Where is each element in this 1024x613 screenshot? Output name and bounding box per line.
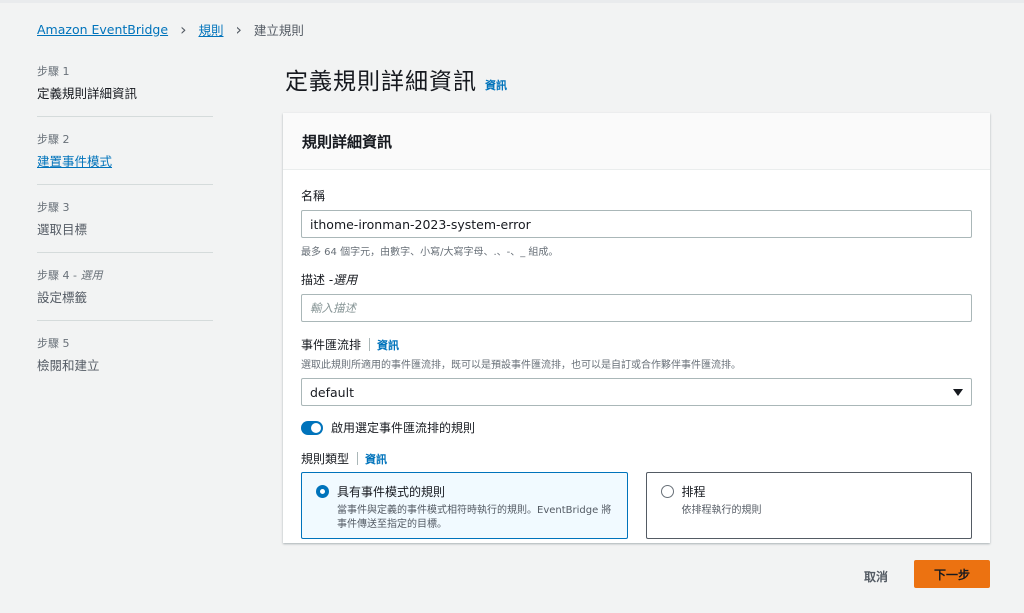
tile-title: 具有事件模式的規則 [337, 485, 446, 499]
step-number-text: 步驟 4 - [37, 269, 81, 282]
event-bus-description: 選取此規則所適用的事件匯流排，既可以是預設事件匯流排，也可以是自訂或合作夥伴事件… [301, 360, 741, 371]
step-name-link[interactable]: 建置事件模式 [37, 151, 213, 170]
step-4: 步驟 4 - 選用 設定標籤 [37, 267, 213, 321]
step-number: 步驟 4 - 選用 [37, 267, 213, 283]
tile-text: 具有事件模式的規則 當事件與定義的事件模式相符時執行的規則。EventBridg… [337, 483, 613, 532]
step-name: 定義規則詳細資訊 [37, 86, 138, 101]
enable-rule-toggle[interactable] [301, 420, 323, 435]
page-header: 定義規則詳細資訊 資訊 [285, 62, 507, 96]
step-3: 步驟 3 選取目標 [37, 199, 213, 253]
description-placeholder: 輸入描述 [310, 301, 356, 315]
event-bus-label: 事件匯流排 資訊 [301, 336, 972, 353]
rule-type-tiles: 具有事件模式的規則 當事件與定義的事件模式相符時執行的規則。EventBridg… [301, 472, 972, 539]
wizard-steps: 步驟 1 定義規則詳細資訊 步驟 2 建置事件模式 步驟 3 選取目標 步驟 4… [37, 63, 213, 402]
rule-type-label-text: 規則類型 [301, 452, 350, 466]
rule-type-info-link[interactable]: 資訊 [365, 451, 387, 467]
toggle-knob [311, 422, 321, 433]
step-name: 設定標籤 [37, 290, 88, 305]
event-bus-selected-value: default [310, 384, 354, 400]
panel-header: 規則詳細資訊 [283, 113, 990, 170]
radio-unselected[interactable] [660, 485, 674, 498]
cancel-button[interactable]: 取消 [856, 566, 896, 587]
step-number: 步驟 3 [37, 201, 70, 214]
chevron-right-icon: › [235, 19, 242, 39]
step-number: 步驟 5 [37, 337, 70, 350]
rule-type-schedule-tile[interactable]: 排程 依排程執行的規則 [645, 472, 972, 539]
event-bus-info-link[interactable]: 資訊 [377, 337, 399, 353]
panel-body: 名稱 ithome-ironman-2023-system-error 最多 6… [283, 170, 990, 539]
breadcrumb-eventbridge-link[interactable]: Amazon EventBridge [37, 22, 168, 37]
description-label: 描述 - 選用 [301, 271, 972, 288]
name-input-value: ithome-ironman-2023-system-error [310, 216, 531, 232]
breadcrumb-rules-link[interactable]: 規則 [198, 20, 223, 39]
breadcrumb-current: 建立規則 [253, 23, 304, 38]
caret-down-icon [953, 388, 963, 396]
page-info-link[interactable]: 資訊 [485, 77, 507, 93]
description-optional: 選用 [333, 273, 358, 287]
description-label-text: 描述 - [301, 273, 334, 287]
enable-rule-toggle-row: 啟用選定事件匯流排的規則 [301, 419, 972, 436]
step-number: 步驟 1 [37, 65, 70, 78]
rule-details-panel: 規則詳細資訊 名稱 ithome-ironman-2023-system-err… [283, 113, 990, 543]
tile-description: 依排程執行的規則 [681, 505, 762, 516]
page-title: 定義規則詳細資訊 [285, 69, 477, 95]
breadcrumb: Amazon EventBridge › 規則 › 建立規則 [37, 20, 304, 39]
label-divider [357, 452, 359, 465]
label-divider [369, 338, 371, 351]
rule-type-label: 規則類型 資訊 [301, 450, 972, 467]
next-button[interactable]: 下一步 [914, 560, 990, 588]
step-optional: 選用 [80, 269, 103, 282]
step-2: 步驟 2 建置事件模式 [37, 131, 213, 185]
rule-type-event-pattern-tile[interactable]: 具有事件模式的規則 當事件與定義的事件模式相符時執行的規則。EventBridg… [301, 472, 628, 539]
event-bus-label-text: 事件匯流排 [301, 338, 362, 352]
description-input[interactable]: 輸入描述 [301, 294, 972, 322]
tile-description: 當事件與定義的事件模式相符時執行的規則。EventBridge 將事件傳送至指定… [337, 505, 612, 530]
step-1: 步驟 1 定義規則詳細資訊 [37, 63, 213, 117]
top-border [0, 0, 1024, 3]
panel-title: 規則詳細資訊 [302, 133, 393, 151]
tile-title: 排程 [681, 485, 706, 499]
chevron-right-icon: › [180, 19, 187, 39]
step-name: 檢閱和建立 [37, 358, 100, 373]
name-label: 名稱 [301, 189, 326, 203]
enable-rule-label: 啟用選定事件匯流排的規則 [331, 421, 476, 435]
tile-text: 排程 依排程執行的規則 [682, 483, 762, 518]
radio-selected[interactable] [316, 485, 329, 498]
name-hint: 最多 64 個字元，由數字、小寫/大寫字母、.、-、_ 組成。 [301, 247, 559, 258]
step-number: 步驟 2 [37, 133, 70, 146]
step-name: 選取目標 [37, 222, 88, 237]
step-5: 步驟 5 檢閱和建立 [37, 335, 213, 388]
name-input[interactable]: ithome-ironman-2023-system-error [301, 210, 972, 238]
event-bus-select[interactable]: default [301, 378, 972, 406]
